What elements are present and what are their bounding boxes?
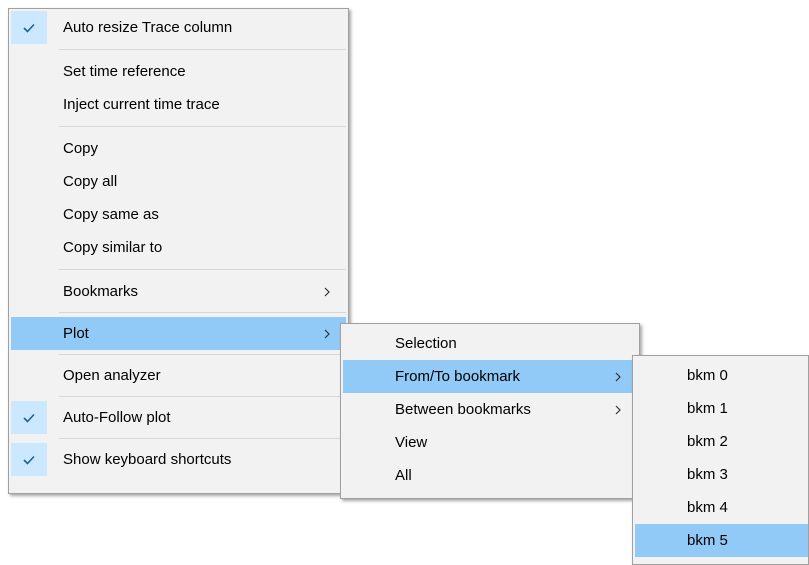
menu-separator bbox=[59, 49, 346, 50]
menu-item-label: bkm 2 bbox=[687, 433, 728, 450]
menu-item-view[interactable]: View bbox=[343, 426, 637, 459]
menu-item-copy-same-as[interactable]: Copy same as bbox=[11, 198, 346, 231]
menu-item-label: Set time reference bbox=[63, 63, 186, 80]
menu-item-label: bkm 4 bbox=[687, 499, 728, 516]
menu-item-set-time-reference[interactable]: Set time reference bbox=[11, 55, 346, 88]
menu-separator bbox=[59, 269, 346, 270]
menu-item-open-analyzer[interactable]: Open analyzer bbox=[11, 359, 346, 392]
menu-item-bkm-1[interactable]: bkm 1 bbox=[635, 392, 808, 425]
menu-item-label: bkm 0 bbox=[687, 367, 728, 384]
menu-item-label: Auto-Follow plot bbox=[63, 409, 171, 426]
menu-item-bkm-0[interactable]: bkm 0 bbox=[635, 359, 808, 392]
menu-item-between-bookmarks[interactable]: Between bookmarks bbox=[343, 393, 637, 426]
menu-item-label: Open analyzer bbox=[63, 367, 161, 384]
menu-item-copy[interactable]: Copy bbox=[11, 132, 346, 165]
menu-item-all[interactable]: All bbox=[343, 459, 637, 492]
checkmark-icon bbox=[11, 11, 47, 44]
menu-separator bbox=[59, 126, 346, 127]
menu-item-inject-current-time-trace[interactable]: Inject current time trace bbox=[11, 88, 346, 121]
chevron-right-icon bbox=[613, 393, 623, 426]
menu-item-from-to-bookmark[interactable]: From/To bookmark bbox=[343, 360, 637, 393]
menu-item-label: Bookmarks bbox=[63, 283, 139, 300]
menu-item-label: From/To bookmark bbox=[395, 368, 521, 385]
menu-item-label: bkm 5 bbox=[687, 532, 728, 549]
chevron-right-icon bbox=[613, 360, 623, 393]
menu-item-bkm-2[interactable]: bkm 2 bbox=[635, 425, 808, 458]
menu-item-auto-follow-plot[interactable]: Auto-Follow plot bbox=[11, 401, 346, 434]
menu-separator bbox=[59, 312, 346, 313]
menu-item-bkm-5[interactable]: bkm 5 bbox=[635, 524, 808, 557]
menu-separator bbox=[59, 438, 346, 439]
menu-item-bkm-4[interactable]: bkm 4 bbox=[635, 491, 808, 524]
chevron-right-icon bbox=[322, 275, 332, 308]
checkmark-icon bbox=[11, 443, 47, 476]
menu-item-label: Copy same as bbox=[63, 206, 159, 223]
menu-item-label: Copy similar to bbox=[63, 239, 163, 256]
menu-item-auto-resize-trace-column[interactable]: Auto resize Trace column bbox=[11, 11, 346, 44]
menu-item-copy-similar-to[interactable]: Copy similar to bbox=[11, 231, 346, 264]
plot-submenu: Selection From/To bookmark Between bookm… bbox=[340, 323, 640, 499]
menu-item-label: Show keyboard shortcuts bbox=[63, 451, 232, 468]
menu-item-bkm-3[interactable]: bkm 3 bbox=[635, 458, 808, 491]
checkmark-icon bbox=[11, 401, 47, 434]
menu-item-label: Selection bbox=[395, 335, 457, 352]
chevron-right-icon bbox=[322, 317, 332, 350]
menu-item-label: bkm 1 bbox=[687, 400, 728, 417]
menu-item-show-keyboard-shortcuts[interactable]: Show keyboard shortcuts bbox=[11, 443, 346, 476]
menu-item-copy-all[interactable]: Copy all bbox=[11, 165, 346, 198]
menu-item-label: View bbox=[395, 434, 428, 451]
menu-item-bookmarks[interactable]: Bookmarks bbox=[11, 275, 346, 308]
menu-item-label: All bbox=[395, 467, 412, 484]
menu-item-label: Copy bbox=[63, 140, 99, 157]
menu-item-label: Inject current time trace bbox=[63, 96, 220, 113]
menu-item-label: Plot bbox=[63, 325, 89, 342]
menu-separator bbox=[59, 396, 346, 397]
menu-item-plot[interactable]: Plot bbox=[11, 317, 346, 350]
menu-item-label: Auto resize Trace column bbox=[63, 19, 233, 36]
context-menu: Auto resize Trace column Set time refere… bbox=[8, 8, 349, 494]
menu-item-label: bkm 3 bbox=[687, 466, 728, 483]
menu-item-label: Between bookmarks bbox=[395, 401, 531, 418]
menu-separator bbox=[59, 354, 346, 355]
bookmark-submenu: bkm 0 bkm 1 bkm 2 bkm 3 bkm 4 bkm 5 bbox=[632, 355, 809, 565]
menu-item-label: Copy all bbox=[63, 173, 118, 190]
menu-item-selection[interactable]: Selection bbox=[343, 327, 637, 360]
